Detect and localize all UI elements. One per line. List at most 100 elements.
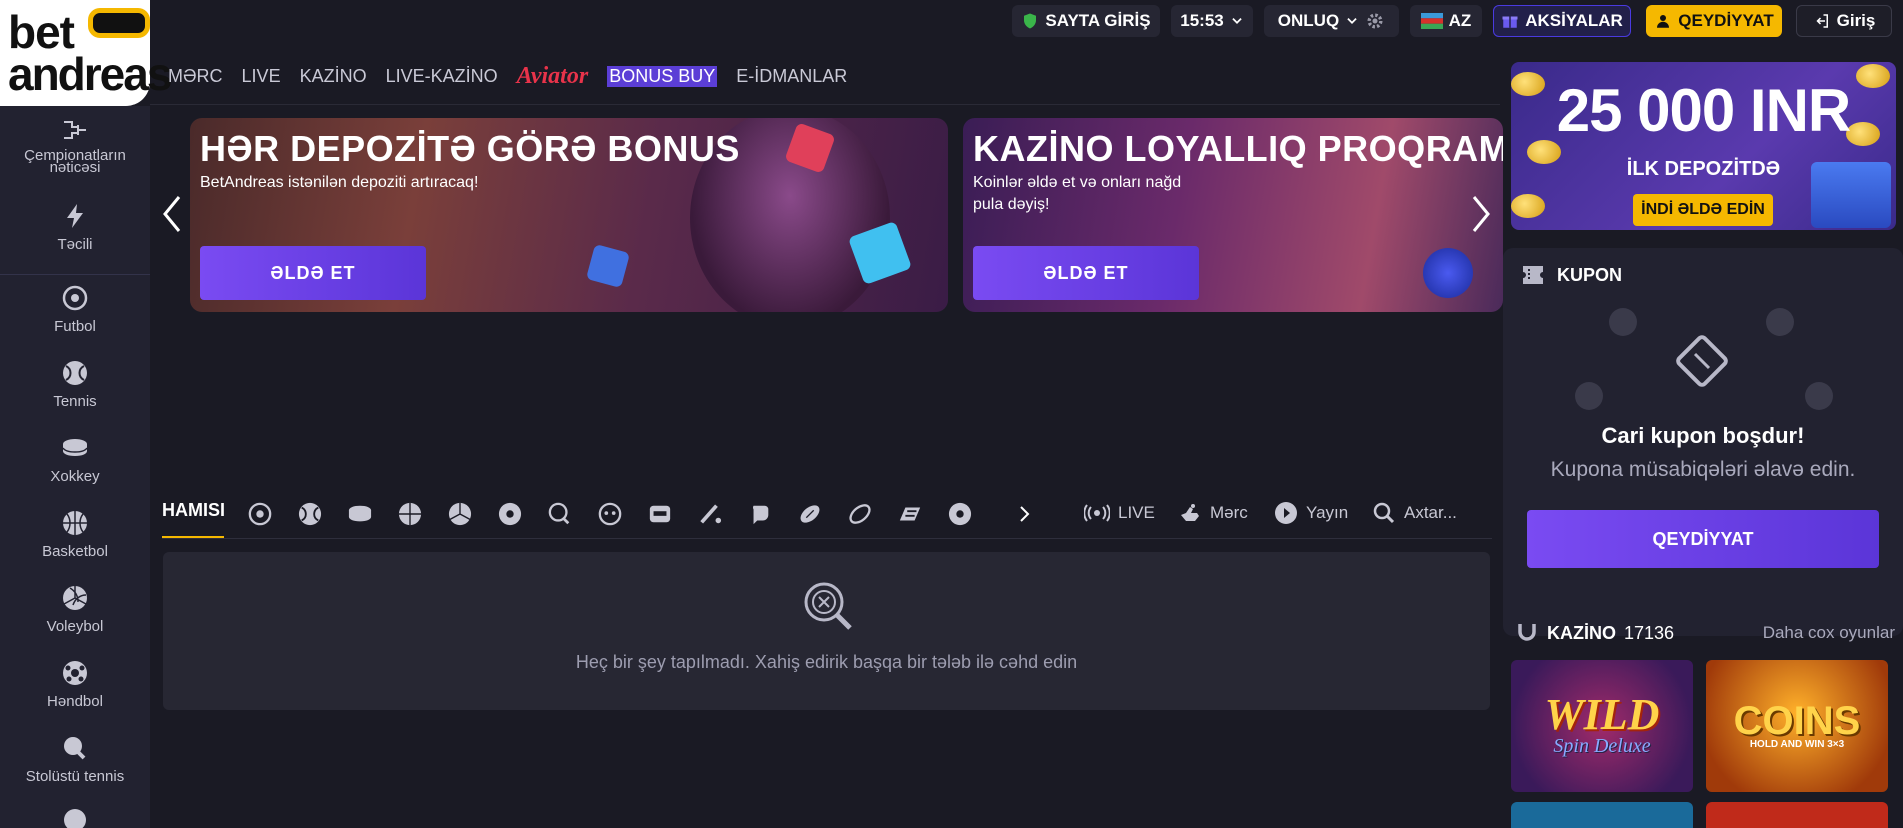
game-tile[interactable]	[1706, 802, 1888, 828]
promotions-label: AKSİYALAR	[1525, 11, 1623, 30]
handball-icon	[61, 659, 89, 687]
nav-live-casino[interactable]: LIVE-KAZİNO	[386, 66, 498, 87]
banner-title: KAZİNO LOYALLIQ PROQRAMI	[973, 128, 1503, 169]
gear-icon[interactable]	[1365, 11, 1385, 31]
sidebar-item-label: Təcili	[57, 236, 93, 253]
basketball-icon[interactable]	[396, 500, 424, 528]
main-nav: MƏRC LIVE KAZİNO LIVE-KAZİNO Aviator BON…	[150, 58, 847, 94]
site-logo[interactable]: bet andreas	[0, 0, 172, 106]
tennis-ball-icon	[1609, 308, 1637, 336]
live-filter[interactable]: LIVE	[1084, 498, 1155, 528]
futsal-icon[interactable]	[946, 500, 974, 528]
nav-esports[interactable]: E-İDMANLAR	[736, 66, 847, 87]
bet-label: Mərc	[1210, 503, 1248, 522]
stream-filter[interactable]: Yayın	[1274, 498, 1348, 528]
table-tennis-icon[interactable]	[546, 500, 574, 528]
chevron-down-icon	[1347, 18, 1357, 24]
search-label: Axtar...	[1404, 503, 1457, 522]
coin-icon	[1511, 194, 1545, 218]
language-dropdown[interactable]: AZ	[1410, 5, 1482, 37]
game-tile[interactable]: COINS HOLD AND WIN 3×3	[1706, 660, 1888, 792]
loyalty-banner[interactable]: KAZİNO LOYALLIQ PROQRAMI Koinlər əldə et…	[963, 118, 1503, 312]
odds-format-value: ONLUQ	[1277, 11, 1340, 30]
casino-section-header: KAZİNO 17136 Daha cox oyunlar	[1515, 618, 1895, 648]
casino-more-link[interactable]: Daha cox oyunlar	[1763, 623, 1895, 643]
chevron-right-icon[interactable]	[1010, 500, 1038, 528]
nav-live[interactable]: LIVE	[242, 66, 281, 87]
esports-icon[interactable]	[596, 500, 624, 528]
banner-cta-button[interactable]: ƏLDƏ ET	[200, 246, 426, 300]
casino-count: 17136	[1624, 622, 1675, 643]
stream-label: Yayın	[1306, 503, 1349, 522]
football-icon[interactable]	[246, 500, 274, 528]
bet-filter[interactable]: Mərc	[1178, 498, 1248, 528]
promotions-button[interactable]: AKSİYALAR	[1493, 5, 1631, 37]
sidebar-item-table-tennis[interactable]: Stolüstü tennis	[0, 734, 150, 785]
banner-text: Koinlər əldə et və onları nağd pula dəyi…	[973, 174, 1182, 213]
sidebar-item-volleyball[interactable]: Voleybol	[0, 584, 150, 635]
sports-filter-bar: HAMISI LIVE Mərc Yayın Axtar...	[162, 494, 1492, 538]
sidebar-item-label: Xokkey	[50, 468, 100, 485]
game-tile[interactable]	[1511, 802, 1693, 828]
bet-slip-empty-title: Cari kupon boşdur!	[1601, 423, 1805, 448]
promo-subtitle: İLK DEPOZİTDƏ	[1626, 158, 1781, 180]
hand-icon	[1181, 504, 1199, 521]
bet-slip-register-button[interactable]: QEYDİYYAT	[1527, 510, 1879, 568]
gift-icon	[1502, 16, 1518, 28]
motorsport-icon[interactable]	[896, 500, 924, 528]
banner-prev-button[interactable]	[157, 192, 187, 236]
football-icon	[61, 284, 89, 312]
login-button[interactable]: Giriş	[1796, 5, 1892, 37]
casino-title: KAZİNO	[1547, 622, 1616, 643]
american-football-icon[interactable]	[796, 500, 824, 528]
events-empty-state: Heç bir şey tapılmadı. Xahiş edirik başq…	[163, 552, 1490, 710]
bet-slip-empty-subtitle: Kupona müsabiqələri əlavə edin.	[1550, 458, 1856, 481]
sidebar-item-football[interactable]: Futbol	[0, 284, 150, 335]
volleyball-icon[interactable]	[446, 500, 474, 528]
login-icon	[1816, 14, 1828, 28]
sidebar-item-label: Çempionatların nəticəsi	[24, 147, 126, 176]
sidebar-item-hockey[interactable]: Xokkey	[0, 434, 150, 485]
sidebar-item-urgent[interactable]: Təcili	[0, 202, 150, 253]
nav-bonus-buy[interactable]: BONUS BUY	[607, 65, 718, 87]
site-login-button[interactable]: SAYTA GİRİŞ	[1012, 5, 1160, 37]
tab-all[interactable]: HAMISI	[162, 500, 225, 521]
app-root: bet andreas SAYTA GİRİŞ 15:53 ONLUQ AZ A…	[0, 0, 1903, 828]
boxing-icon[interactable]	[746, 500, 774, 528]
bonus-banner[interactable]: HƏR DEPOZİTƏ GÖRƏ BONUS BetAndreas istən…	[190, 118, 948, 312]
banner-next-button[interactable]	[1466, 192, 1496, 236]
rugby-icon[interactable]	[846, 500, 874, 528]
handball-icon[interactable]	[496, 500, 524, 528]
register-button[interactable]: QEYDİYYAT	[1646, 5, 1782, 37]
no-results-icon	[804, 582, 852, 630]
hockey-icon[interactable]	[346, 500, 374, 528]
odds-format-dropdown[interactable]: ONLUQ	[1264, 5, 1399, 37]
sidebar-item-label: Stolüstü tennis	[25, 768, 125, 785]
sport-icon	[61, 806, 89, 828]
sidebar-item-label: Futbol	[54, 318, 96, 335]
sidebar-item-tennis[interactable]: Tennis	[0, 359, 150, 410]
game-tile[interactable]: WILD Spin Deluxe	[1511, 660, 1693, 792]
ticket-icon	[1523, 266, 1543, 284]
sidebar-item-basketball[interactable]: Basketbol	[0, 509, 150, 560]
sidebar-item-results[interactable]: Çempionatların nəticəsi	[0, 116, 150, 176]
login-label: Giriş	[1836, 11, 1876, 30]
promo-claim-button[interactable]: İNDİ ƏLDƏ EDİN	[1633, 194, 1773, 226]
time-dropdown[interactable]: 15:53	[1171, 5, 1253, 37]
deposit-promo-banner[interactable]: 25 000 INR İLK DEPOZİTDƏ İNDİ ƏLDƏ EDİN	[1511, 62, 1896, 230]
search-filter[interactable]: Axtar...	[1372, 498, 1457, 528]
virtual-sports-icon[interactable]	[646, 500, 674, 528]
tennis-icon[interactable]	[296, 500, 324, 528]
play-icon	[1275, 502, 1297, 524]
nav-bet[interactable]: MƏRC	[168, 66, 223, 87]
cricket-icon[interactable]	[696, 500, 724, 528]
sidebar-item-handball[interactable]: Həndbol	[0, 659, 150, 710]
sidebar-item-more[interactable]	[0, 806, 150, 828]
nav-casino[interactable]: KAZİNO	[300, 66, 367, 87]
banner-cta-button[interactable]: ƏLDƏ ET	[973, 246, 1199, 300]
nav-aviator[interactable]: Aviator	[517, 63, 589, 90]
user-icon	[1657, 15, 1670, 28]
basketball-icon	[61, 509, 89, 537]
sports-sidebar: Çempionatların nəticəsi Təcili Futbol Te…	[0, 106, 150, 828]
live-label: LIVE	[1118, 503, 1155, 522]
